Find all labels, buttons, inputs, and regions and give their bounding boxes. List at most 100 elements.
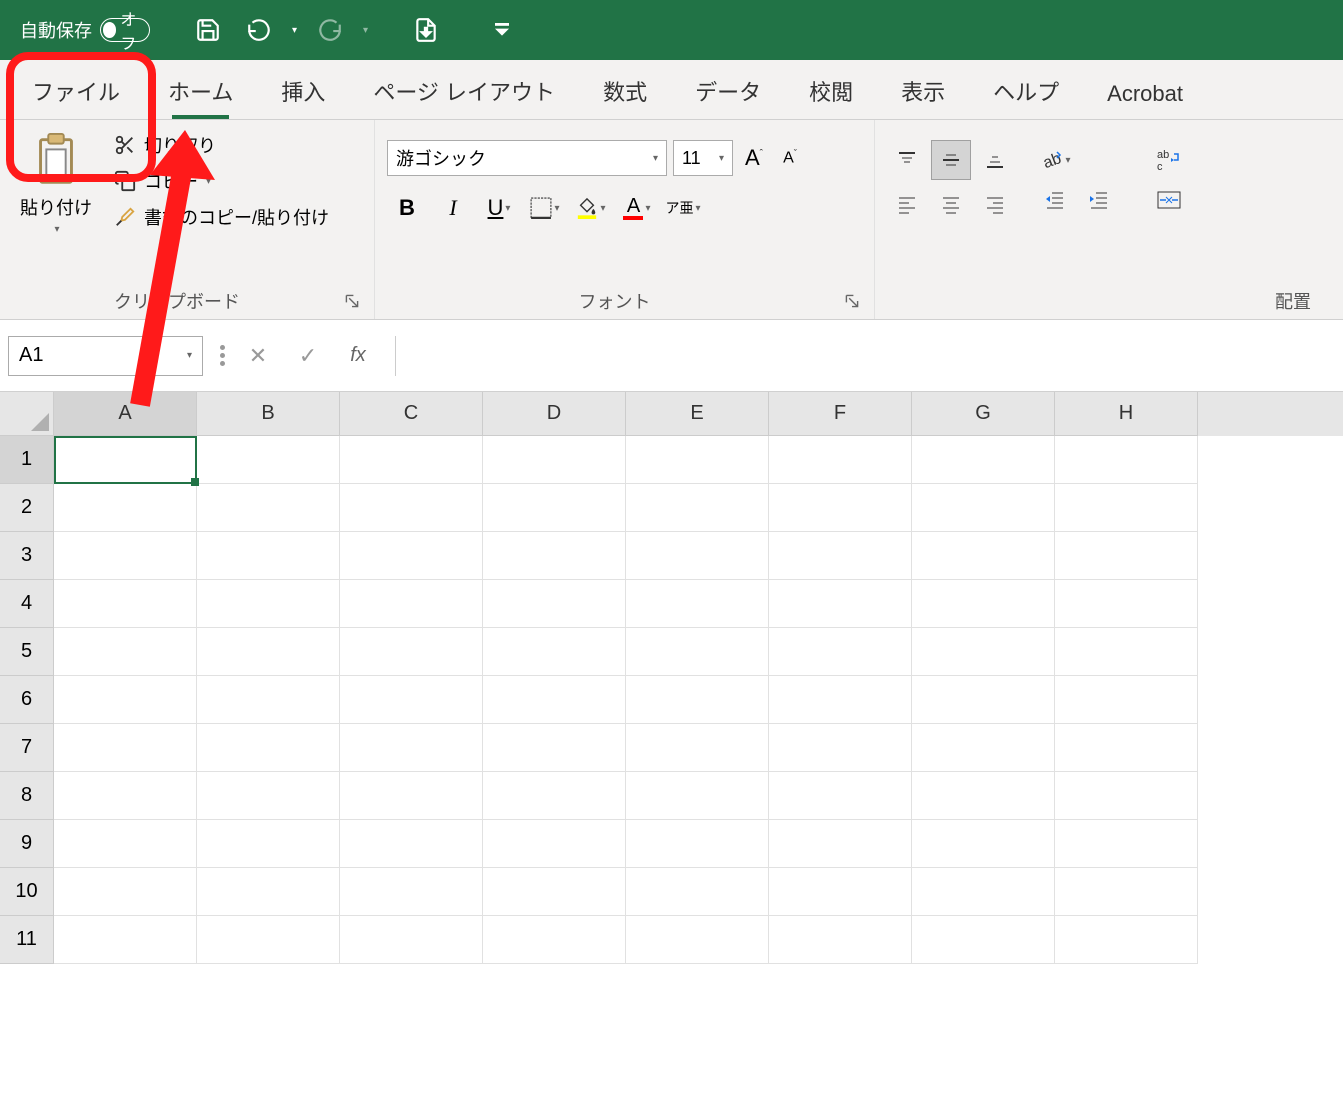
cell[interactable] bbox=[340, 724, 483, 772]
cell[interactable] bbox=[912, 628, 1055, 676]
tab-acrobat[interactable]: Acrobat bbox=[1083, 69, 1207, 119]
row-header[interactable]: 10 bbox=[0, 868, 54, 916]
cell[interactable] bbox=[197, 676, 340, 724]
font-size-select[interactable]: 11 ▾ bbox=[673, 140, 733, 176]
cell[interactable] bbox=[912, 676, 1055, 724]
row-header[interactable]: 3 bbox=[0, 532, 54, 580]
format-painter-button[interactable]: 書式のコピー/貼り付け bbox=[106, 200, 335, 234]
align-top-button[interactable] bbox=[887, 140, 927, 180]
cell[interactable] bbox=[769, 724, 912, 772]
column-header[interactable]: G bbox=[912, 392, 1055, 436]
tab-data[interactable]: データ bbox=[671, 63, 785, 119]
insert-function-button[interactable]: fx bbox=[333, 336, 383, 376]
cell[interactable] bbox=[1055, 580, 1198, 628]
cell[interactable] bbox=[626, 628, 769, 676]
row-header[interactable]: 5 bbox=[0, 628, 54, 676]
cell[interactable] bbox=[769, 868, 912, 916]
cell[interactable] bbox=[483, 436, 626, 484]
confirm-formula-button[interactable]: ✓ bbox=[283, 336, 333, 376]
cell[interactable] bbox=[340, 868, 483, 916]
cell[interactable] bbox=[340, 772, 483, 820]
cell[interactable] bbox=[912, 772, 1055, 820]
row-header[interactable]: 11 bbox=[0, 916, 54, 964]
cell[interactable] bbox=[340, 628, 483, 676]
cell[interactable] bbox=[197, 484, 340, 532]
column-header[interactable]: D bbox=[483, 392, 626, 436]
cell[interactable] bbox=[54, 868, 197, 916]
cell[interactable] bbox=[626, 820, 769, 868]
cell[interactable] bbox=[626, 676, 769, 724]
cell[interactable] bbox=[54, 484, 197, 532]
tab-pagelayout[interactable]: ページ レイアウト bbox=[349, 63, 579, 119]
cell[interactable] bbox=[626, 580, 769, 628]
font-color-button[interactable]: A ▾ bbox=[617, 190, 657, 226]
cell[interactable] bbox=[197, 820, 340, 868]
cell[interactable] bbox=[54, 436, 197, 484]
cell[interactable] bbox=[483, 820, 626, 868]
formula-input[interactable] bbox=[395, 336, 1335, 376]
cell[interactable] bbox=[1055, 868, 1198, 916]
cell[interactable] bbox=[769, 580, 912, 628]
tab-help[interactable]: ヘルプ bbox=[969, 63, 1083, 119]
cell[interactable] bbox=[340, 676, 483, 724]
cell[interactable] bbox=[912, 916, 1055, 964]
row-header[interactable]: 7 bbox=[0, 724, 54, 772]
cell[interactable] bbox=[1055, 820, 1198, 868]
cell[interactable] bbox=[769, 628, 912, 676]
cell[interactable] bbox=[54, 724, 197, 772]
customize-qat-button[interactable] bbox=[484, 12, 520, 48]
cell[interactable] bbox=[197, 436, 340, 484]
cell[interactable] bbox=[626, 532, 769, 580]
row-header[interactable]: 6 bbox=[0, 676, 54, 724]
tab-view[interactable]: 表示 bbox=[877, 63, 969, 119]
cell[interactable] bbox=[1055, 916, 1198, 964]
align-bottom-button[interactable] bbox=[975, 140, 1015, 180]
column-header[interactable]: H bbox=[1055, 392, 1198, 436]
cell[interactable] bbox=[197, 868, 340, 916]
cell[interactable] bbox=[626, 436, 769, 484]
cell[interactable] bbox=[769, 676, 912, 724]
tab-formulas[interactable]: 数式 bbox=[579, 63, 671, 119]
cell[interactable] bbox=[1055, 724, 1198, 772]
fill-color-button[interactable]: ▾ bbox=[571, 190, 611, 226]
cell[interactable] bbox=[769, 436, 912, 484]
increase-font-size-button[interactable]: Aˆ bbox=[739, 140, 769, 176]
cell[interactable] bbox=[197, 580, 340, 628]
row-header[interactable]: 1 bbox=[0, 436, 54, 484]
clipboard-dialog-launcher[interactable] bbox=[342, 291, 362, 311]
phonetic-guide-button[interactable]: ア亜 ▾ bbox=[663, 190, 703, 226]
column-header[interactable]: F bbox=[769, 392, 912, 436]
cell[interactable] bbox=[1055, 676, 1198, 724]
cell[interactable] bbox=[912, 820, 1055, 868]
cell[interactable] bbox=[197, 628, 340, 676]
cell[interactable] bbox=[54, 916, 197, 964]
cell[interactable] bbox=[483, 868, 626, 916]
undo-button[interactable] bbox=[241, 12, 277, 48]
cell[interactable] bbox=[912, 436, 1055, 484]
cell[interactable] bbox=[340, 484, 483, 532]
row-header[interactable]: 8 bbox=[0, 772, 54, 820]
toggle-switch[interactable]: オフ bbox=[100, 18, 150, 42]
borders-button[interactable]: ▾ bbox=[525, 190, 565, 226]
align-middle-button[interactable] bbox=[931, 140, 971, 180]
cell[interactable] bbox=[626, 772, 769, 820]
cell[interactable] bbox=[1055, 484, 1198, 532]
font-dialog-launcher[interactable] bbox=[842, 291, 862, 311]
tab-review[interactable]: 校閲 bbox=[785, 63, 877, 119]
cell[interactable] bbox=[197, 532, 340, 580]
cell[interactable] bbox=[483, 676, 626, 724]
tab-home[interactable]: ホーム bbox=[144, 63, 257, 119]
cell[interactable] bbox=[769, 532, 912, 580]
worksheet-grid[interactable]: ABCDEFGH 1234567891011 bbox=[0, 392, 1343, 964]
cell[interactable] bbox=[1055, 532, 1198, 580]
cell[interactable] bbox=[912, 724, 1055, 772]
column-header[interactable]: B bbox=[197, 392, 340, 436]
cell[interactable] bbox=[483, 628, 626, 676]
row-header[interactable]: 2 bbox=[0, 484, 54, 532]
cell[interactable] bbox=[626, 868, 769, 916]
copy-button[interactable]: コピー ▾ bbox=[106, 164, 335, 198]
cell[interactable] bbox=[54, 676, 197, 724]
cell[interactable] bbox=[912, 868, 1055, 916]
increase-indent-button[interactable] bbox=[1079, 182, 1119, 218]
decrease-indent-button[interactable] bbox=[1035, 182, 1075, 218]
